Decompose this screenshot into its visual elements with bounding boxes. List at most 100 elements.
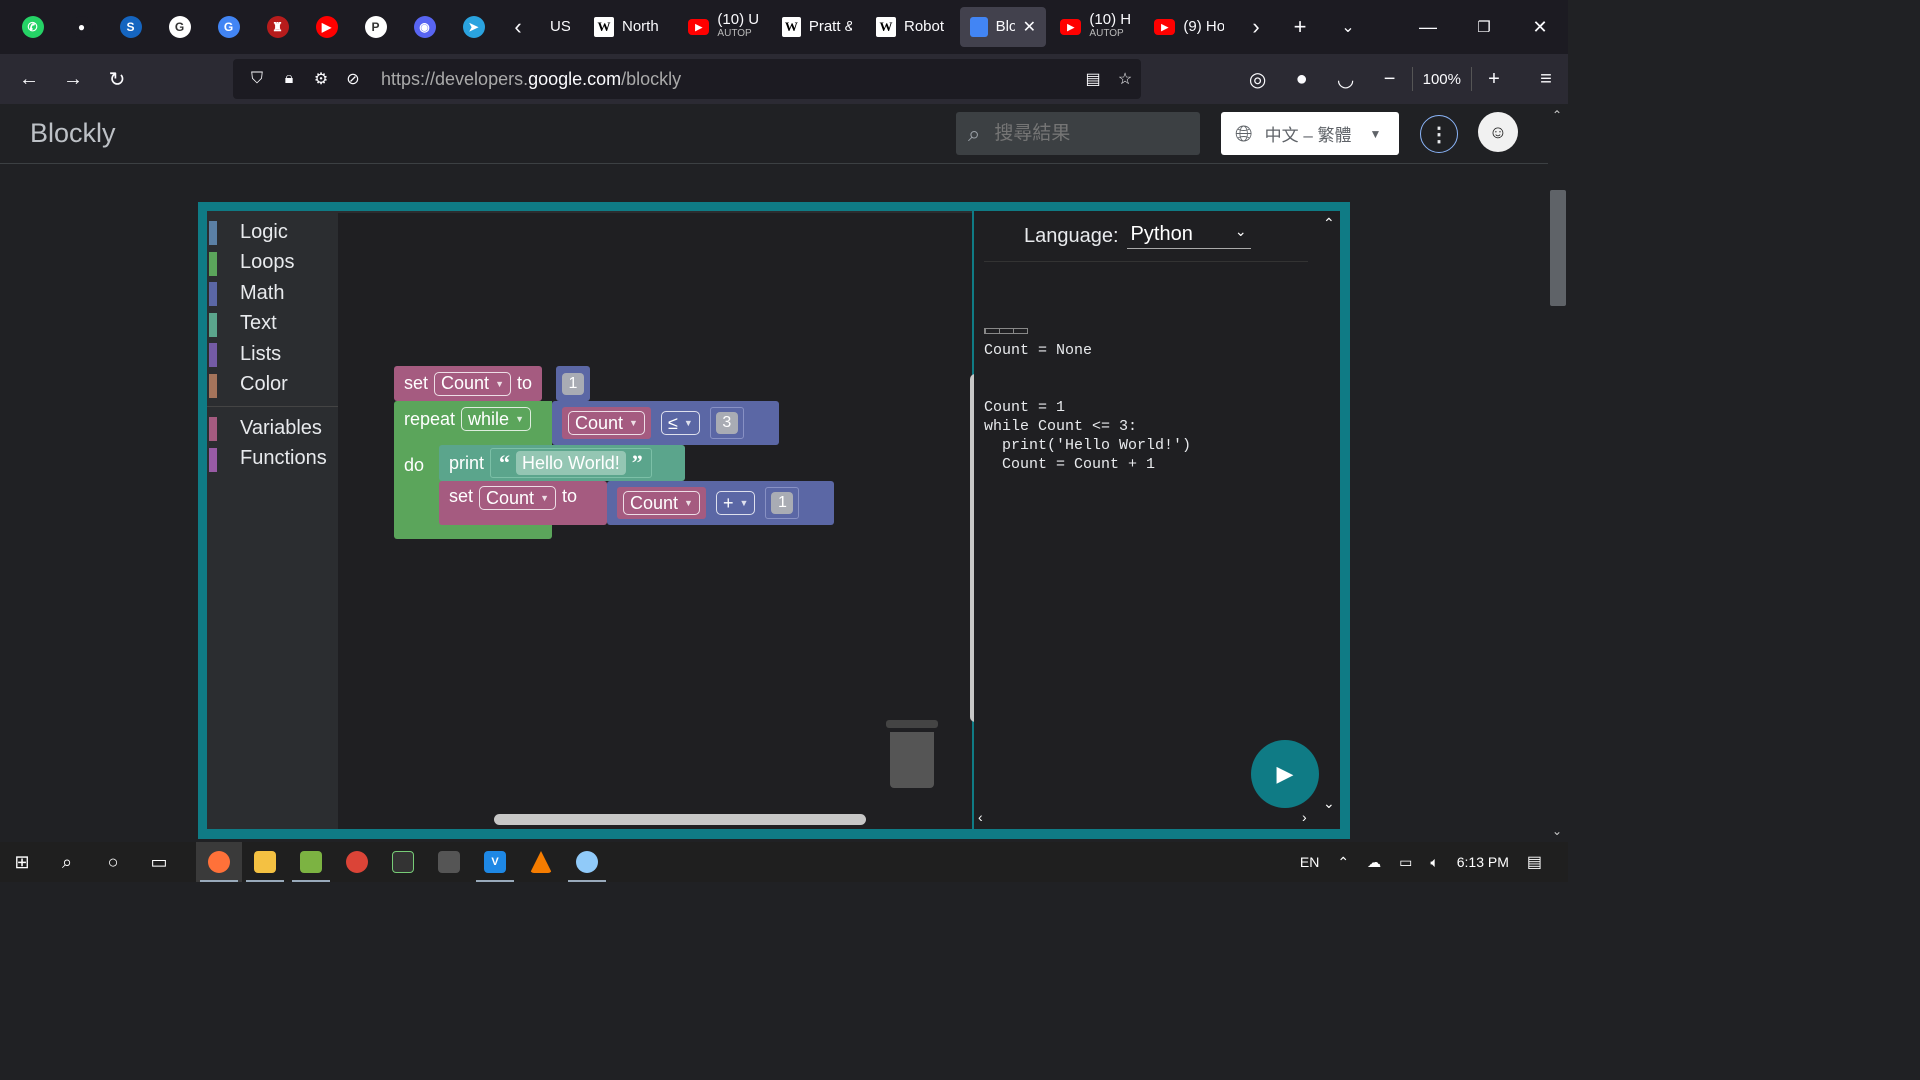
scroll-tabs-right-icon[interactable]: › xyxy=(1236,0,1276,54)
scroll-up-icon[interactable]: ⌃ xyxy=(1323,215,1335,232)
browser-tab[interactable]: W Pratt & xyxy=(772,7,862,47)
language-selector[interactable]: 🌐︎ 中文 – 繁體 ▼ xyxy=(1221,112,1399,155)
show-hidden-icons-icon[interactable]: ⌃ xyxy=(1337,854,1349,871)
print-block[interactable]: print “ Hello World! ” xyxy=(439,445,685,481)
vlc-icon[interactable] xyxy=(518,842,564,882)
network-icon[interactable]: ▭ xyxy=(1399,854,1412,871)
number-field[interactable]: 1 xyxy=(771,492,794,514)
pocket-icon[interactable]: ◡ xyxy=(1324,57,1368,101)
extension-color-icon[interactable]: ● xyxy=(1280,57,1324,101)
pinned-tab[interactable]: ➤ xyxy=(449,0,498,54)
scroll-down-icon[interactable]: ⌄ xyxy=(1552,824,1562,838)
restore-icon[interactable]: ❐ xyxy=(1456,0,1512,54)
pinned-tab[interactable]: ♜ xyxy=(253,0,302,54)
back-icon[interactable]: ← xyxy=(7,57,51,101)
compare-block[interactable]: Count ▼ ≤ ▼ 3 xyxy=(552,401,779,445)
scroll-right-icon[interactable]: › xyxy=(1302,809,1307,825)
chrome-icon[interactable] xyxy=(334,842,380,882)
toolbox-category-functions[interactable]: Functions xyxy=(207,444,338,475)
search-input[interactable] xyxy=(994,122,1175,145)
zoom-level[interactable]: 100% xyxy=(1411,67,1472,91)
operator-dropdown[interactable]: + ▼ xyxy=(715,491,756,515)
bookmark-star-icon[interactable]: ☆ xyxy=(1109,63,1141,95)
task-view-icon[interactable]: ▭ xyxy=(136,842,182,882)
notepad-icon[interactable] xyxy=(288,842,334,882)
clapper-icon[interactable] xyxy=(426,842,472,882)
scroll-up-icon[interactable]: ⌃ xyxy=(1552,108,1562,122)
pinned-tab[interactable]: ● xyxy=(57,0,106,54)
code-horizontal-scrollbar[interactable]: ‹ › xyxy=(974,807,1318,829)
windows-start-icon[interactable]: ⊞ xyxy=(0,842,44,882)
scroll-down-icon[interactable]: ⌄ xyxy=(1323,795,1335,812)
browser-tab[interactable]: ▶ (10) U AUTOP xyxy=(678,7,768,47)
pinned-tab[interactable]: G xyxy=(155,0,204,54)
text-field[interactable]: Hello World! xyxy=(516,451,626,475)
pinned-tab[interactable]: P xyxy=(351,0,400,54)
toolbox-category-lists[interactable]: Lists xyxy=(207,339,338,370)
avatar[interactable]: ☺ xyxy=(1478,112,1518,152)
vscode-icon[interactable]: V xyxy=(472,842,518,882)
file-explorer-icon[interactable] xyxy=(242,842,288,882)
pinned-tab[interactable]: ◉ xyxy=(400,0,449,54)
number-field[interactable]: 3 xyxy=(715,412,738,434)
browser-tab[interactable]: ▶ (10) H AUTOP xyxy=(1050,7,1140,47)
toolbox-category-math[interactable]: Math xyxy=(207,278,338,309)
reload-icon[interactable]: ↻ xyxy=(95,57,139,101)
count-variable-block[interactable]: Count ▼ xyxy=(617,487,706,519)
reader-view-icon[interactable]: ▤ xyxy=(1077,63,1109,95)
pinned-tab[interactable]: ✆ xyxy=(8,0,57,54)
firefox-icon[interactable] xyxy=(196,842,242,882)
variable-dropdown[interactable]: Count ▼ xyxy=(623,491,700,515)
browser-tab[interactable]: ▶ (9) Ho xyxy=(1144,7,1234,47)
toolbox-category-variables[interactable]: Variables xyxy=(207,413,338,444)
number-block[interactable]: 3 xyxy=(709,407,744,439)
set-count-block[interactable]: set Count ▼ to xyxy=(394,366,542,401)
search-icon[interactable]: ⌕ xyxy=(44,842,90,882)
pinned-tab[interactable]: ▶ xyxy=(302,0,351,54)
pinned-tab[interactable]: S xyxy=(106,0,155,54)
code-language-select[interactable]: Python ⌄ xyxy=(1126,223,1251,249)
zoom-out-icon[interactable]: − xyxy=(1368,57,1412,101)
code-vertical-scrollbar[interactable]: ⌃ ⌄ xyxy=(1318,211,1340,829)
pinned-tab[interactable]: G xyxy=(204,0,253,54)
number-block[interactable]: 1 xyxy=(556,366,590,401)
tracking-blocked-icon[interactable]: ⊘ xyxy=(337,63,369,95)
minimize-icon[interactable]: — xyxy=(1400,0,1456,54)
browser-tab[interactable]: Blo ✕ xyxy=(960,7,1046,47)
toolbox-category-text[interactable]: Text xyxy=(207,309,338,340)
scroll-left-icon[interactable]: ‹ xyxy=(978,809,983,825)
browser-tab[interactable]: W Robot xyxy=(866,7,956,47)
onedrive-icon[interactable]: ☁ xyxy=(1367,854,1381,871)
scroll-tabs-left-icon[interactable]: ‹ xyxy=(498,0,538,54)
browser-tab[interactable]: W North xyxy=(584,7,674,47)
page-scroll-thumb[interactable] xyxy=(1550,190,1566,306)
new-tab-icon[interactable]: + xyxy=(1276,0,1324,54)
page-scrollbar[interactable]: ⌃ ⌄ xyxy=(1548,104,1568,842)
number-field[interactable]: 1 xyxy=(562,372,584,395)
forward-icon[interactable]: → xyxy=(51,57,95,101)
number-block[interactable]: 1 xyxy=(765,487,800,519)
input-language[interactable]: EN xyxy=(1300,854,1319,870)
repeat-mode-dropdown[interactable]: while ▼ xyxy=(461,407,531,431)
variable-dropdown[interactable]: Count ▼ xyxy=(568,411,645,435)
browser-tab[interactable]: US xyxy=(540,7,580,47)
address-bar[interactable]: ⛉ 🔒︎ ⚙ ⊘ https://developers.google.com/b… xyxy=(233,59,1141,99)
shield-icon[interactable]: ⛉ xyxy=(241,63,273,95)
url-text[interactable]: https://developers.google.com/blockly xyxy=(381,69,681,90)
toolbox-category-loops[interactable]: Loops xyxy=(207,248,338,279)
set-count-block[interactable]: set Count ▼ to xyxy=(439,481,607,525)
close-window-icon[interactable]: ✕ xyxy=(1512,0,1568,54)
variable-dropdown[interactable]: Count ▼ xyxy=(479,486,556,510)
zoom-in-icon[interactable]: + xyxy=(1472,57,1516,101)
text-block[interactable]: “ Hello World! ” xyxy=(490,448,652,478)
operator-dropdown[interactable]: ≤ ▼ xyxy=(660,411,700,435)
toolbox-category-color[interactable]: Color xyxy=(207,370,338,401)
clock[interactable]: 6:13 PM xyxy=(1457,854,1509,870)
search-box[interactable]: ⌕ xyxy=(956,112,1200,155)
arithmetic-block[interactable]: Count ▼ + ▼ 1 xyxy=(607,481,834,525)
close-tab-icon[interactable]: ✕ xyxy=(1023,17,1036,37)
list-all-tabs-icon[interactable]: ⌄ xyxy=(1324,0,1372,54)
workspace-horizontal-scrollbar[interactable] xyxy=(494,814,866,825)
site-logo[interactable]: Blockly xyxy=(30,118,116,149)
cortana-icon[interactable]: ○ xyxy=(90,842,136,882)
